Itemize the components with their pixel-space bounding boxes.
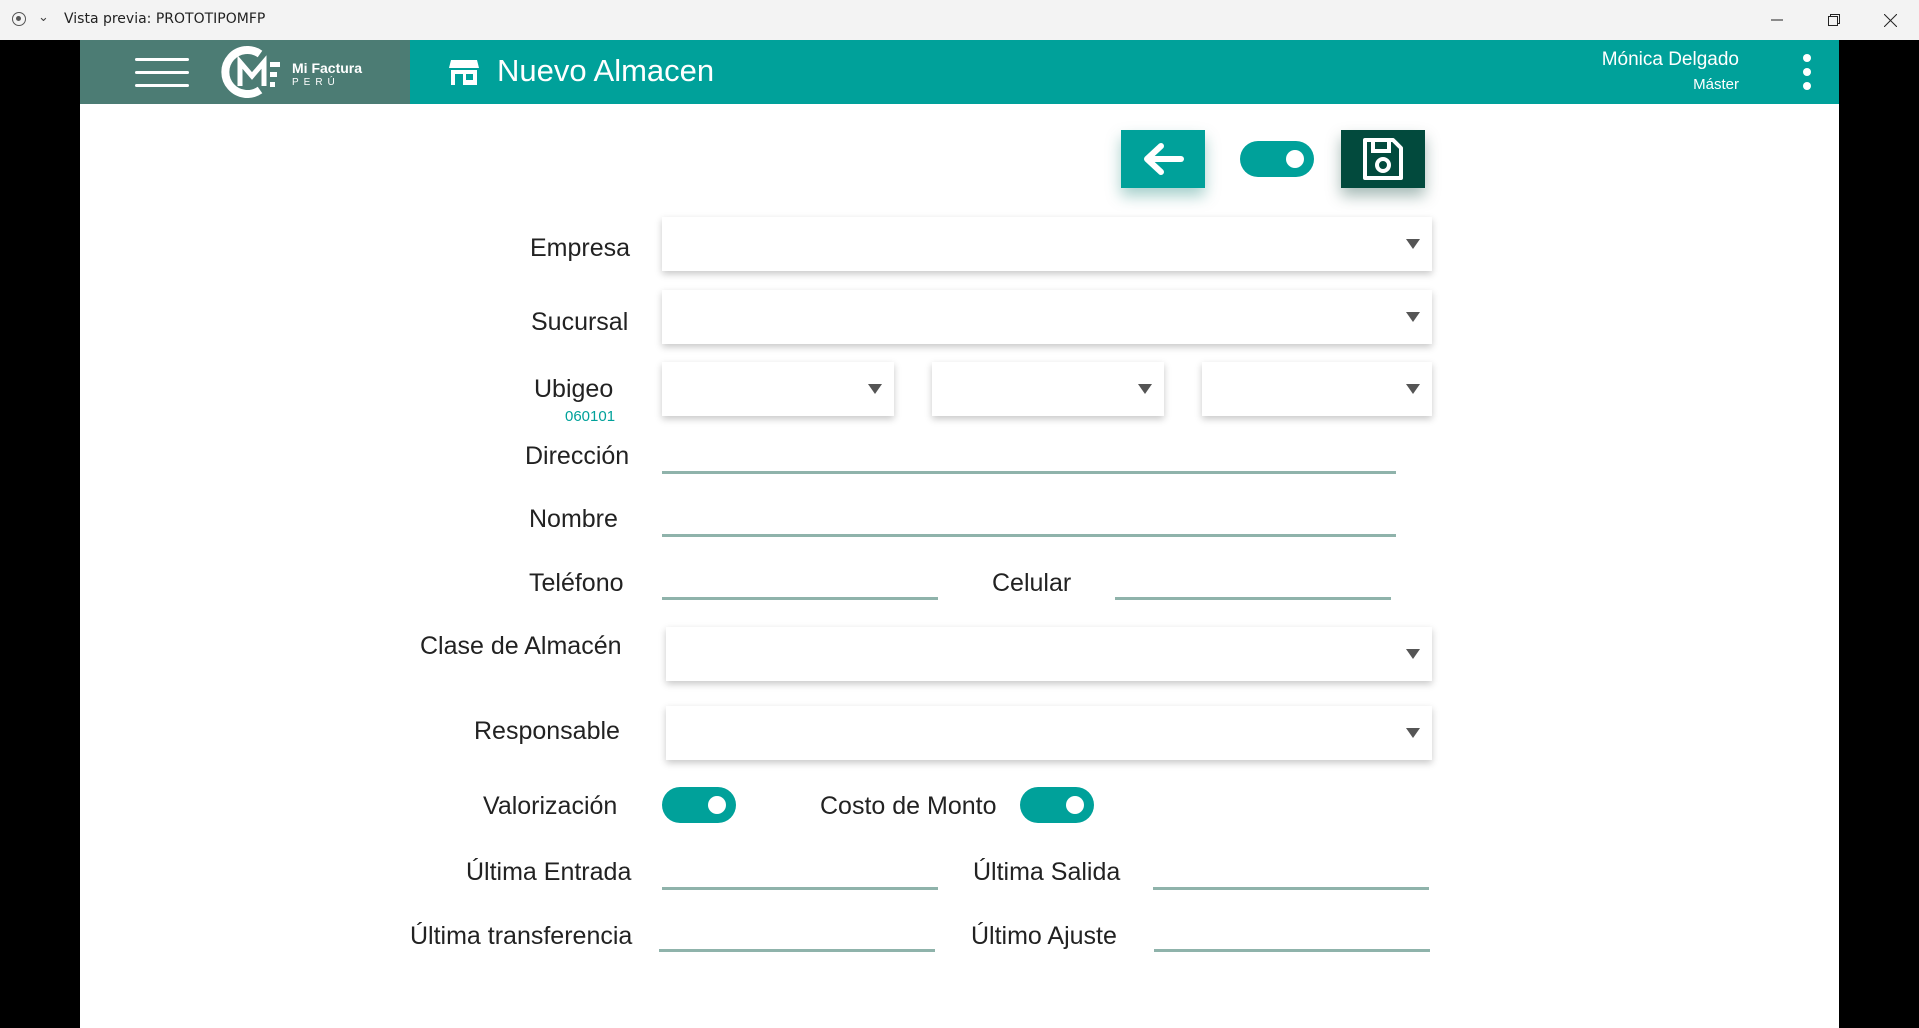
sucursal-select[interactable] [662, 290, 1432, 344]
clase-almacen-label: Clase de Almacén [420, 632, 622, 660]
brand-area: Mi Factura PERÚ [80, 40, 410, 104]
dropdown-arrow-icon [1406, 312, 1420, 322]
user-name: Mónica Delgado [1601, 49, 1739, 70]
save-button[interactable] [1341, 130, 1425, 188]
direccion-label: Dirección [525, 442, 630, 470]
ultima-salida-label: Última Salida [973, 858, 1121, 886]
dropdown-arrow-icon [1406, 649, 1420, 659]
user-role: Máster [1693, 76, 1739, 93]
floppy-disk-icon [1363, 138, 1403, 180]
hamburger-icon[interactable] [135, 58, 189, 88]
ubigeo-provincia-select[interactable] [932, 362, 1164, 416]
logo-mark-icon [221, 46, 280, 98]
back-button[interactable] [1121, 130, 1205, 188]
ultimo-ajuste-label: Último Ajuste [971, 922, 1117, 950]
telefono-label: Teléfono [529, 569, 624, 597]
ultimo-ajuste-input[interactable] [1154, 949, 1430, 952]
app-window: Mi Factura PERÚ Nuevo Almacen Mónica Del… [80, 40, 1839, 1028]
dropdown-arrow-icon [868, 384, 882, 394]
logo-line2: PERÚ [292, 77, 340, 88]
logo-line1: Mi Factura [292, 60, 363, 76]
arrow-left-icon [1144, 143, 1184, 175]
valorizacion-label: Valorización [483, 792, 618, 820]
window-titlebar: ⌄ Vista previa: PROTOTIPOMFP [0, 0, 1919, 40]
telefono-input[interactable] [662, 597, 938, 600]
close-icon [1883, 13, 1897, 27]
dropdown-arrow-icon [1406, 239, 1420, 249]
ultima-transferencia-input[interactable] [659, 949, 935, 952]
chevron-down-icon[interactable]: ⌄ [38, 9, 49, 25]
app-bar: Mi Factura PERÚ Nuevo Almacen Mónica Del… [80, 40, 1839, 104]
empresa-select[interactable] [662, 217, 1432, 271]
empresa-label: Empresa [530, 234, 631, 262]
sucursal-label: Sucursal [531, 308, 629, 336]
celular-input[interactable] [1115, 597, 1391, 600]
restore-button[interactable] [1806, 0, 1862, 40]
restore-icon [1828, 14, 1840, 26]
nombre-input[interactable] [662, 534, 1396, 537]
minimize-icon [1771, 19, 1783, 21]
page-title: Nuevo Almacen [497, 53, 715, 88]
celular-label: Celular [992, 569, 1072, 597]
ultima-transferencia-label: Última transferencia [410, 922, 633, 950]
responsable-select[interactable] [666, 706, 1432, 760]
ubigeo-distrito-select[interactable] [1202, 362, 1432, 416]
costo-monto-toggle[interactable] [1020, 787, 1094, 823]
ultima-entrada-input[interactable] [662, 887, 938, 890]
ultima-entrada-label: Última Entrada [466, 858, 632, 886]
active-toggle[interactable] [1240, 141, 1314, 177]
responsable-label: Responsable [474, 717, 620, 745]
costo-monto-label: Costo de Monto [820, 792, 997, 820]
store-icon [449, 60, 479, 85]
minimize-button[interactable] [1749, 0, 1805, 40]
kebab-menu-icon[interactable] [1800, 54, 1814, 92]
valorizacion-toggle[interactable] [662, 787, 736, 823]
dropdown-arrow-icon [1406, 384, 1420, 394]
dropdown-arrow-icon [1406, 728, 1420, 738]
clase-almacen-select[interactable] [666, 627, 1432, 681]
direccion-input[interactable] [662, 471, 1396, 474]
nombre-label: Nombre [529, 505, 618, 533]
app-record-icon [12, 12, 26, 26]
dropdown-arrow-icon [1138, 384, 1152, 394]
ubigeo-code: 060101 [565, 408, 616, 425]
ultima-salida-input[interactable] [1153, 887, 1429, 890]
close-button[interactable] [1862, 0, 1918, 40]
mi-factura-logo: Mi Factura PERÚ [220, 46, 370, 98]
ubigeo-departamento-select[interactable] [662, 362, 894, 416]
ubigeo-label: Ubigeo [534, 375, 614, 403]
window-title: Vista previa: PROTOTIPOMFP [64, 11, 266, 27]
